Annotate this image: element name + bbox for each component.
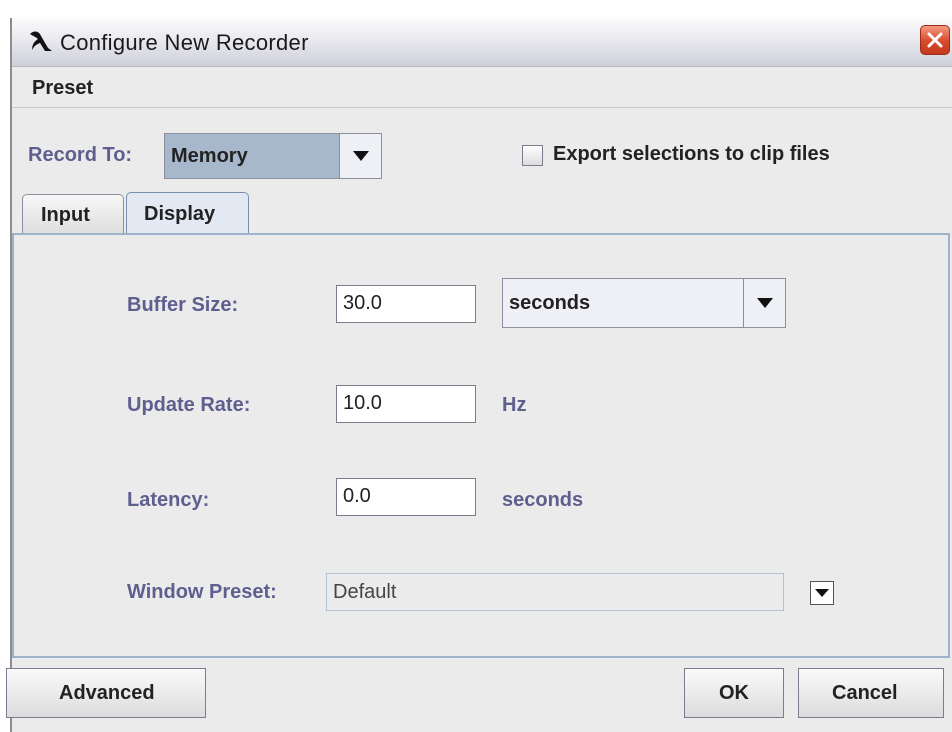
buffer-size-input[interactable]: 30.0 (336, 285, 476, 323)
advanced-button-label: Advanced (59, 682, 155, 704)
export-clips-label: Export selections to clip files (553, 143, 830, 165)
app-logo-icon (30, 31, 52, 51)
update-rate-label: Update Rate: (127, 394, 251, 416)
record-to-dropdown[interactable]: Memory (164, 133, 382, 179)
chevron-down-icon (815, 589, 829, 597)
buffer-unit-dropdown[interactable]: seconds (502, 278, 786, 328)
cancel-button-label: Cancel (832, 682, 898, 704)
latency-label: Latency: (127, 489, 210, 511)
record-to-label: Record To: (28, 144, 133, 166)
close-icon (927, 32, 943, 48)
record-to-arrow[interactable] (339, 134, 381, 178)
window-preset-arrow[interactable] (810, 581, 834, 605)
latency-unit: seconds (502, 489, 584, 511)
configure-recorder-dialog: Configure New Recorder Preset Record To:… (6, 18, 952, 732)
cancel-button[interactable]: Cancel (798, 668, 944, 718)
tab-input[interactable]: Input (22, 194, 124, 234)
ok-button-label: OK (719, 682, 749, 704)
buffer-unit-arrow[interactable] (743, 279, 785, 327)
record-to-value: Memory (171, 145, 248, 167)
window-preset-field[interactable]: Default (326, 573, 784, 611)
update-rate-unit: Hz (502, 394, 527, 416)
chevron-down-icon (353, 151, 369, 161)
window-title: Configure New Recorder (60, 30, 309, 55)
menu-preset[interactable]: Preset (32, 77, 93, 100)
update-rate-input[interactable]: 10.0 (336, 385, 476, 423)
tab-display[interactable]: Display (126, 192, 249, 234)
chevron-down-icon (757, 298, 773, 308)
menu-bar: Preset (12, 67, 952, 108)
tab-display-label: Display (144, 203, 216, 225)
close-button[interactable] (920, 25, 950, 55)
ok-button[interactable]: OK (684, 668, 784, 718)
window-preset-label: Window Preset: (127, 581, 277, 603)
latency-input[interactable]: 0.0 (336, 478, 476, 516)
advanced-button[interactable]: Advanced (6, 668, 206, 718)
tab-input-label: Input (41, 204, 90, 226)
buffer-unit-value: seconds (509, 292, 591, 314)
title-bar[interactable]: Configure New Recorder (12, 18, 952, 67)
buffer-size-label: Buffer Size: (127, 294, 239, 316)
export-clips-checkbox[interactable] (522, 145, 543, 166)
